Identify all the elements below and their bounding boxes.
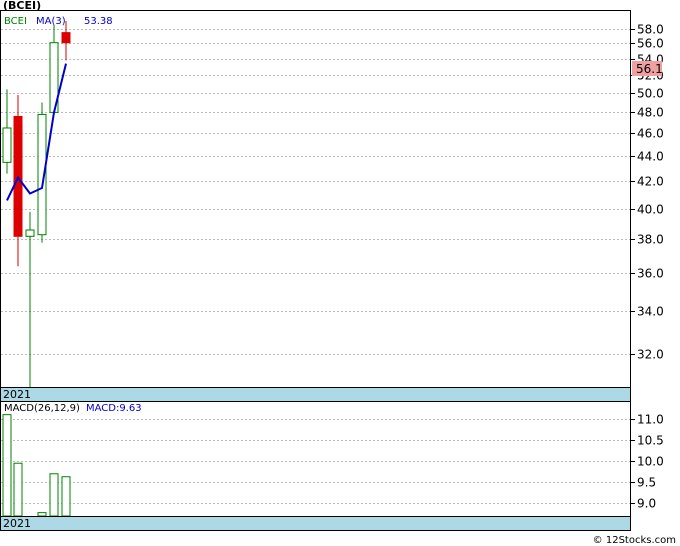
price-tick-label: 38.0 <box>637 233 664 247</box>
legend-ticker: BCEI <box>4 16 27 27</box>
candle-body <box>2 127 12 163</box>
candle-body <box>61 32 71 44</box>
price-tick-label: 46.0 <box>637 127 664 141</box>
price-axis-year-band <box>0 387 631 402</box>
price-tick-label: 56.0 <box>637 37 664 51</box>
macd-tick-label: 9.0 <box>637 497 656 511</box>
price-tick-label: 40.0 <box>637 203 664 217</box>
price-tick-label: 44.0 <box>637 150 664 164</box>
legend-ma-name: MA(3) <box>36 16 66 27</box>
macd-tick-label: 10.5 <box>637 434 664 448</box>
macd-bar <box>2 414 12 517</box>
macd-bar <box>61 476 71 517</box>
price-tick-label: 48.0 <box>637 106 664 120</box>
price-tick-label: 34.0 <box>637 305 664 319</box>
chart-title: (BCEI) <box>3 0 41 12</box>
price-tick-label: 58.0 <box>637 23 664 37</box>
macd-year-label: 2021 <box>3 517 31 530</box>
macd-tick-label: 11.0 <box>637 413 664 427</box>
macd-axis-year-band <box>0 516 631 531</box>
macd-bar <box>49 473 59 517</box>
stock-chart: 32.0 34.0 36.0 38.0 40.0 42.0 44.0 46.0 48.0 50.0… <box>0 0 676 546</box>
last-price-label: 56.1 <box>636 62 663 76</box>
chart-border <box>0 10 631 531</box>
macd-tick-label: 9.5 <box>637 476 656 490</box>
price-tick-label: 36.0 <box>637 267 664 281</box>
footer-copyright: © 12Stocks.com <box>593 535 676 546</box>
candle-body <box>25 229 35 237</box>
price-tick-label: 50.0 <box>637 87 664 101</box>
macd-bar <box>13 462 23 517</box>
legend-ma-value: 53.38 <box>84 16 113 27</box>
price-tick-label: 42.0 <box>637 175 664 189</box>
price-tick-label: 32.0 <box>637 348 664 362</box>
macd-bar <box>37 512 47 517</box>
macd-tick-label: 10.0 <box>637 455 664 469</box>
macd-params-label: MACD(26,12,9) <box>4 403 80 414</box>
macd-value-label: MACD:9.63 <box>86 403 142 414</box>
price-year-label: 2021 <box>3 388 31 401</box>
